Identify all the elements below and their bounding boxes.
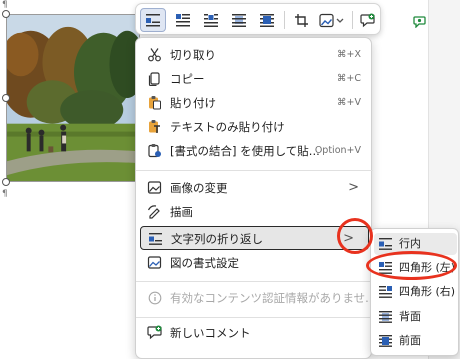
wrap-tight-icon [204,14,218,27]
resize-handle[interactable] [2,178,10,186]
menu-item-paste[interactable]: 貼り付け ⌘+V [140,91,369,115]
crop-icon [294,13,308,27]
behind-text-icon [379,311,392,323]
new-comment-icon [359,13,375,27]
menu-divider [136,170,373,171]
wrap-behind-button[interactable] [226,8,252,32]
annotation-circle [366,251,457,280]
wrap-in-front-button[interactable] [254,8,280,32]
menu-item-wrap-text[interactable]: 文字列の折り返し > [140,226,369,250]
draw-icon [146,203,163,220]
wrap-behind-text-icon [232,14,246,27]
paragraph-mark: ¶ [2,0,8,10]
menu-item-label: 文字列の折り返し [171,232,263,246]
copy-icon [146,70,163,87]
comment-indicator-icon[interactable] [413,15,426,28]
wrap-text-submenu: 行内 四角形 (左) 四角形 (右) 背面 前面 [370,228,459,356]
wrap-square-icon [176,14,190,27]
wrap-text-icon [147,230,164,247]
wrap-square-right-icon [379,286,392,298]
toolbar-divider [352,11,353,29]
submenu-item-behind-text[interactable]: 背面 [374,306,457,328]
menu-item-draw[interactable]: 描画 [140,200,369,224]
image-style-icon [319,13,344,27]
submenu-item-square-right[interactable]: 四角形 (右) [374,281,457,303]
resize-handle[interactable] [2,94,10,102]
menu-item-label: コピー [170,72,205,86]
submenu-item-label: 前面 [399,334,421,347]
change-picture-icon [146,179,163,196]
annotation-circle [337,218,373,254]
menu-item-new-comment[interactable]: 新しいコメント [140,321,369,345]
menu-item-label: 描画 [170,205,193,219]
wrap-inline-button[interactable] [140,8,166,32]
paste-text-only-icon [146,118,163,135]
wrap-in-front-icon [260,14,274,27]
menu-item-label: 画像の変更 [170,181,228,195]
menu-item-label: 新しいコメント [170,326,251,340]
menu-item-copy[interactable]: コピー ⌘+C [140,67,369,91]
submenu-item-label: 四角形 (右) [399,285,456,298]
shortcut-label: Option+V [314,145,361,156]
image-style-button[interactable] [316,8,348,32]
menu-item-label: 図の書式設定 [170,256,239,270]
paste-merge-icon [146,142,163,159]
menu-item-label: [書式の結合] を使用して貼... [170,144,320,158]
menu-item-paste-text-only[interactable]: テキストのみ貼り付け [140,115,369,139]
menu-item-label: テキストのみ貼り付け [170,120,285,134]
toolbar-divider [284,11,285,29]
shortcut-label: ⌘+C [336,73,361,84]
shortcut-label: ⌘+X [337,49,361,60]
wrap-square-button[interactable] [170,8,196,32]
menu-item-paste-merge-format[interactable]: [書式の結合] を使用して貼... Option+V [140,139,369,163]
selected-picture[interactable] [6,14,140,182]
submenu-item-in-front-of-text[interactable]: 前面 [374,330,457,352]
menu-item-cut[interactable]: 切り取り ⌘+X [140,43,369,67]
picture-toolbar [135,3,381,35]
menu-divider [136,317,373,318]
submenu-item-label: 行内 [399,237,421,250]
wrap-inline-icon [379,238,392,250]
menu-item-label: 貼り付け [170,96,216,110]
info-icon [146,289,163,306]
submenu-item-label: 背面 [399,310,421,323]
paragraph-mark: ¶ [2,189,8,199]
menu-divider [136,281,373,282]
new-comment-icon [146,324,163,341]
menu-item-format-picture[interactable]: 図の書式設定 [140,251,369,275]
crop-button[interactable] [289,8,313,32]
shortcut-label: ⌘+V [337,97,361,108]
scissors-icon [146,46,163,63]
menu-item-change-picture[interactable]: 画像の変更 > [140,176,369,200]
paste-icon [146,94,163,111]
menu-item-label: 有効なコンテンツ認証情報がありませ... [170,291,377,305]
chevron-right-icon: > [348,180,359,195]
resize-handle[interactable] [2,10,10,18]
park-photo-image [7,15,139,181]
menu-item-content-credentials: 有効なコンテンツ認証情報がありませ... [140,286,376,310]
context-menu: 切り取り ⌘+X コピー ⌘+C 貼り付け ⌘+V テキストのみ貼り付け [書式… [135,37,376,359]
menu-item-label: 切り取り [170,48,216,62]
wrap-tight-button[interactable] [198,8,224,32]
toolbar-new-comment-button[interactable] [356,8,378,32]
in-front-of-text-icon [379,335,392,347]
format-picture-icon [146,254,163,271]
wrap-inline-icon [146,14,160,27]
